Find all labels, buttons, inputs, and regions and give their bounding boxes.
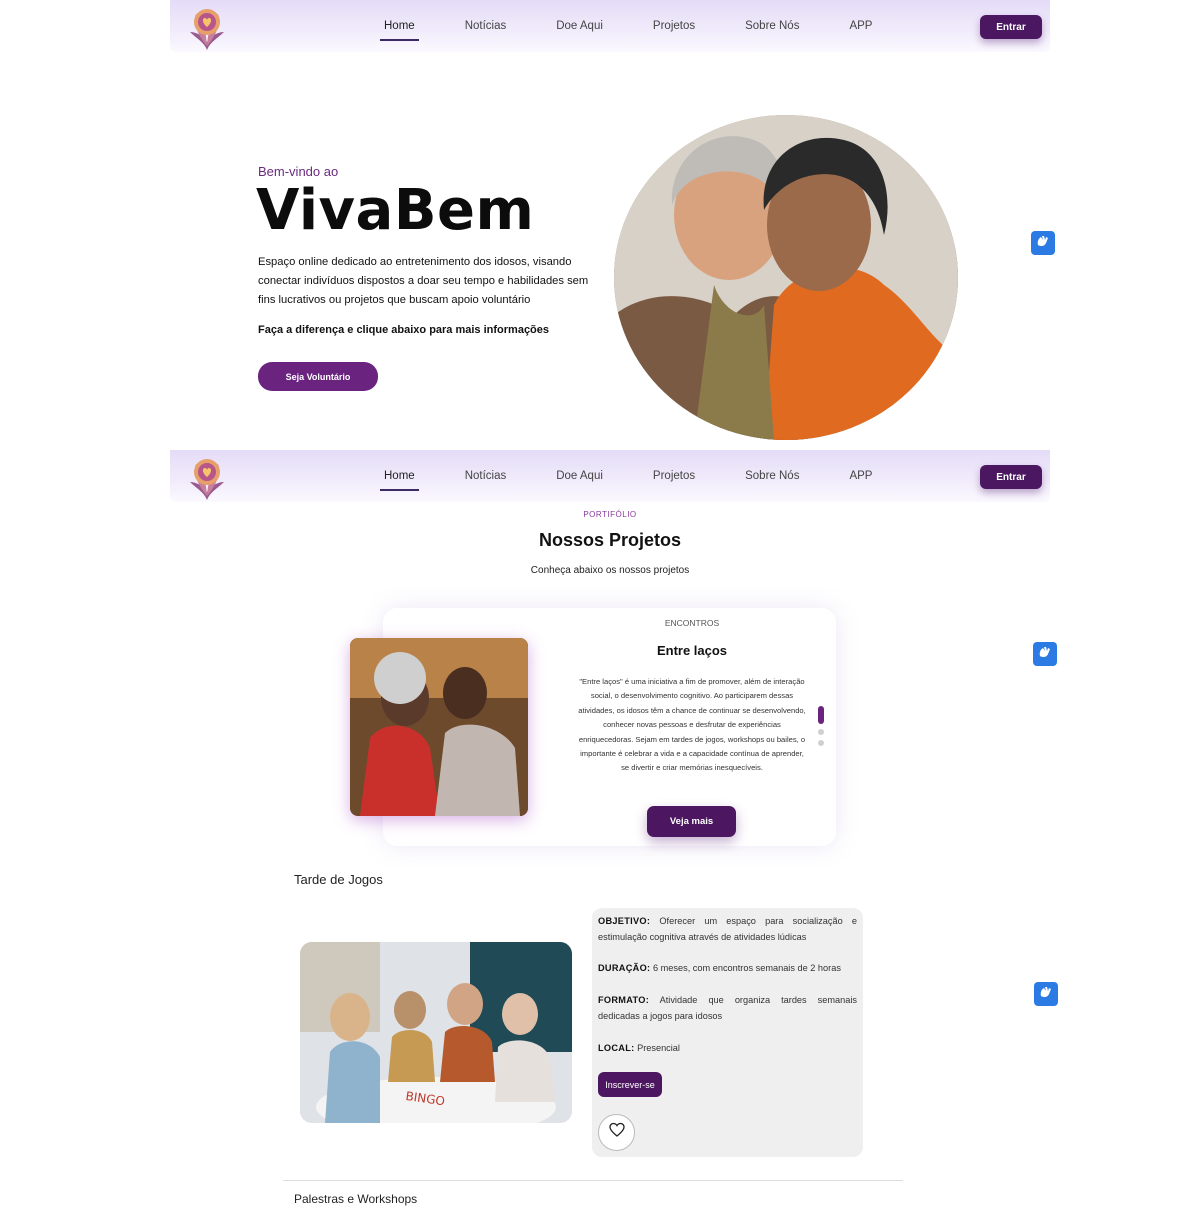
objective-row: OBJETIVO: Oferecer um espaço para social… [598, 914, 857, 945]
nav-sobre-nos[interactable]: Sobre Nós [741, 16, 803, 36]
sign-language-hands-icon [1038, 984, 1054, 1005]
accessibility-button[interactable] [1034, 982, 1058, 1006]
card-description: "Entre laços" é uma iniciativa a fim de … [578, 677, 806, 773]
location-label: LOCAL: [598, 1043, 635, 1053]
hero-cta-text: Faça a diferença e clique abaixo para ma… [258, 324, 550, 336]
location-row: LOCAL: Presencial [598, 1041, 857, 1057]
sign-language-hands-icon [1037, 644, 1053, 665]
nav-home[interactable]: Home [380, 16, 419, 41]
enter-button[interactable]: Entrar [980, 465, 1042, 489]
hero-welcome: Bem-vindo ao [258, 164, 339, 179]
card-title: Entre laços [656, 643, 728, 658]
location-value: Presencial [637, 1043, 680, 1053]
carousel-dot-active[interactable] [818, 706, 824, 724]
accessibility-button[interactable] [1033, 642, 1057, 666]
subscribe-button[interactable]: Inscrever-se [598, 1072, 662, 1097]
duration-label: DURAÇÃO: [598, 963, 651, 973]
section-subtitle: Conheça abaixo os nossos projetos [530, 565, 690, 576]
hero-description: Espaço online dedicado ao entretenimento… [258, 256, 589, 306]
nav-doe-aqui[interactable]: Doe Aqui [552, 466, 607, 486]
sticky-navbar: Home Notícias Doe Aqui Projetos Sobre Nó… [170, 450, 1050, 502]
nav-sobre-nos[interactable]: Sobre Nós [741, 466, 803, 486]
nav-noticias[interactable]: Notícias [461, 466, 511, 486]
card-category: ENCONTROS [664, 618, 720, 628]
nav-projetos[interactable]: Projetos [649, 466, 699, 486]
top-navbar: Home Notícias Doe Aqui Projetos Sobre Nó… [170, 0, 1050, 52]
carousel-dot[interactable] [818, 729, 824, 735]
format-row: FORMATO: Atividade que organiza tardes s… [598, 993, 857, 1024]
nav-app[interactable]: APP [845, 466, 876, 486]
project-name: Tarde de Jogos [294, 872, 383, 887]
next-project-name: Palestras e Workshops [294, 1192, 418, 1206]
nav-doe-aqui[interactable]: Doe Aqui [552, 16, 607, 36]
volunteer-button[interactable]: Seja Voluntário [258, 362, 378, 391]
section-divider [283, 1180, 903, 1181]
section-label: PORTIFÓLIO [583, 510, 637, 519]
hero-photo [614, 115, 958, 440]
carousel-dot[interactable] [818, 740, 824, 746]
main-nav: Home Notícias Doe Aqui Projetos Sobre Nó… [380, 450, 918, 502]
nav-home[interactable]: Home [380, 466, 419, 491]
nav-noticias[interactable]: Notícias [461, 16, 511, 36]
project-photo: BINGO [300, 942, 572, 1123]
logo[interactable] [182, 452, 232, 502]
accessibility-button[interactable] [1031, 231, 1055, 255]
logo[interactable] [182, 2, 232, 52]
objective-label: OBJETIVO: [598, 916, 651, 926]
veja-mais-button[interactable]: Veja mais [647, 806, 736, 837]
section-title: Nossos Projetos [538, 530, 682, 550]
duration-value: 6 meses, com encontros semanais de 2 hor… [652, 963, 841, 973]
enter-button[interactable]: Entrar [980, 15, 1042, 39]
nav-projetos[interactable]: Projetos [649, 16, 699, 36]
heart-icon [608, 1122, 625, 1143]
nav-app[interactable]: APP [845, 16, 876, 36]
format-label: FORMATO: [598, 995, 650, 1005]
card-photo [350, 638, 528, 816]
duration-row: DURAÇÃO: 6 meses, com encontros semanais… [598, 961, 857, 977]
favorite-button[interactable] [598, 1114, 635, 1151]
main-nav: Home Notícias Doe Aqui Projetos Sobre Nó… [380, 0, 918, 52]
project-info-panel [592, 908, 863, 1157]
sign-language-hands-icon [1035, 233, 1051, 254]
hero-title: VivaBem [256, 178, 535, 243]
